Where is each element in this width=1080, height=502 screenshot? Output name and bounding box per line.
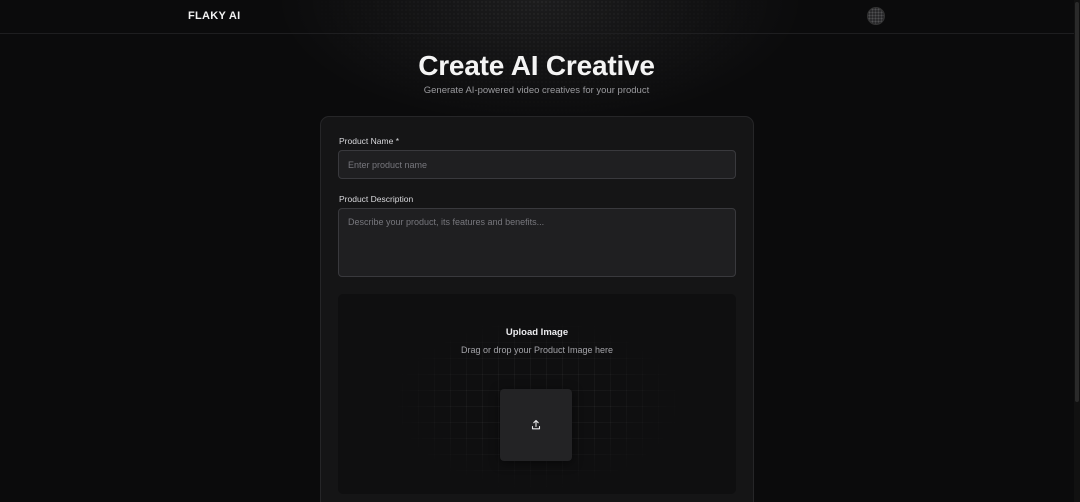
product-description-label: Product Description [339, 194, 414, 204]
create-creative-form: Product Name * Product Description Uploa… [320, 116, 754, 502]
product-name-input[interactable] [338, 150, 736, 179]
upload-icon [531, 419, 541, 430]
page: FLAKY AI Create AI Creative Generate AI-… [0, 0, 1080, 502]
scrollbar-thumb[interactable] [1075, 2, 1079, 402]
page-subtitle: Generate AI-powered video creatives for … [423, 85, 650, 96]
upload-button[interactable] [500, 389, 572, 461]
user-avatar[interactable] [867, 7, 885, 25]
page-title: Create AI Creative [418, 50, 655, 81]
image-upload-dropzone[interactable]: Upload Image Drag or drop your Product I… [338, 294, 736, 494]
upload-title: Upload Image [505, 327, 569, 338]
product-name-label: Product Name * [339, 136, 399, 146]
navbar: FLAKY AI [0, 0, 1080, 34]
logo[interactable]: FLAKY AI [188, 10, 241, 22]
scrollbar[interactable] [1074, 0, 1080, 502]
product-description-textarea[interactable] [338, 208, 736, 277]
upload-subtitle: Drag or drop your Product Image here [460, 345, 614, 355]
